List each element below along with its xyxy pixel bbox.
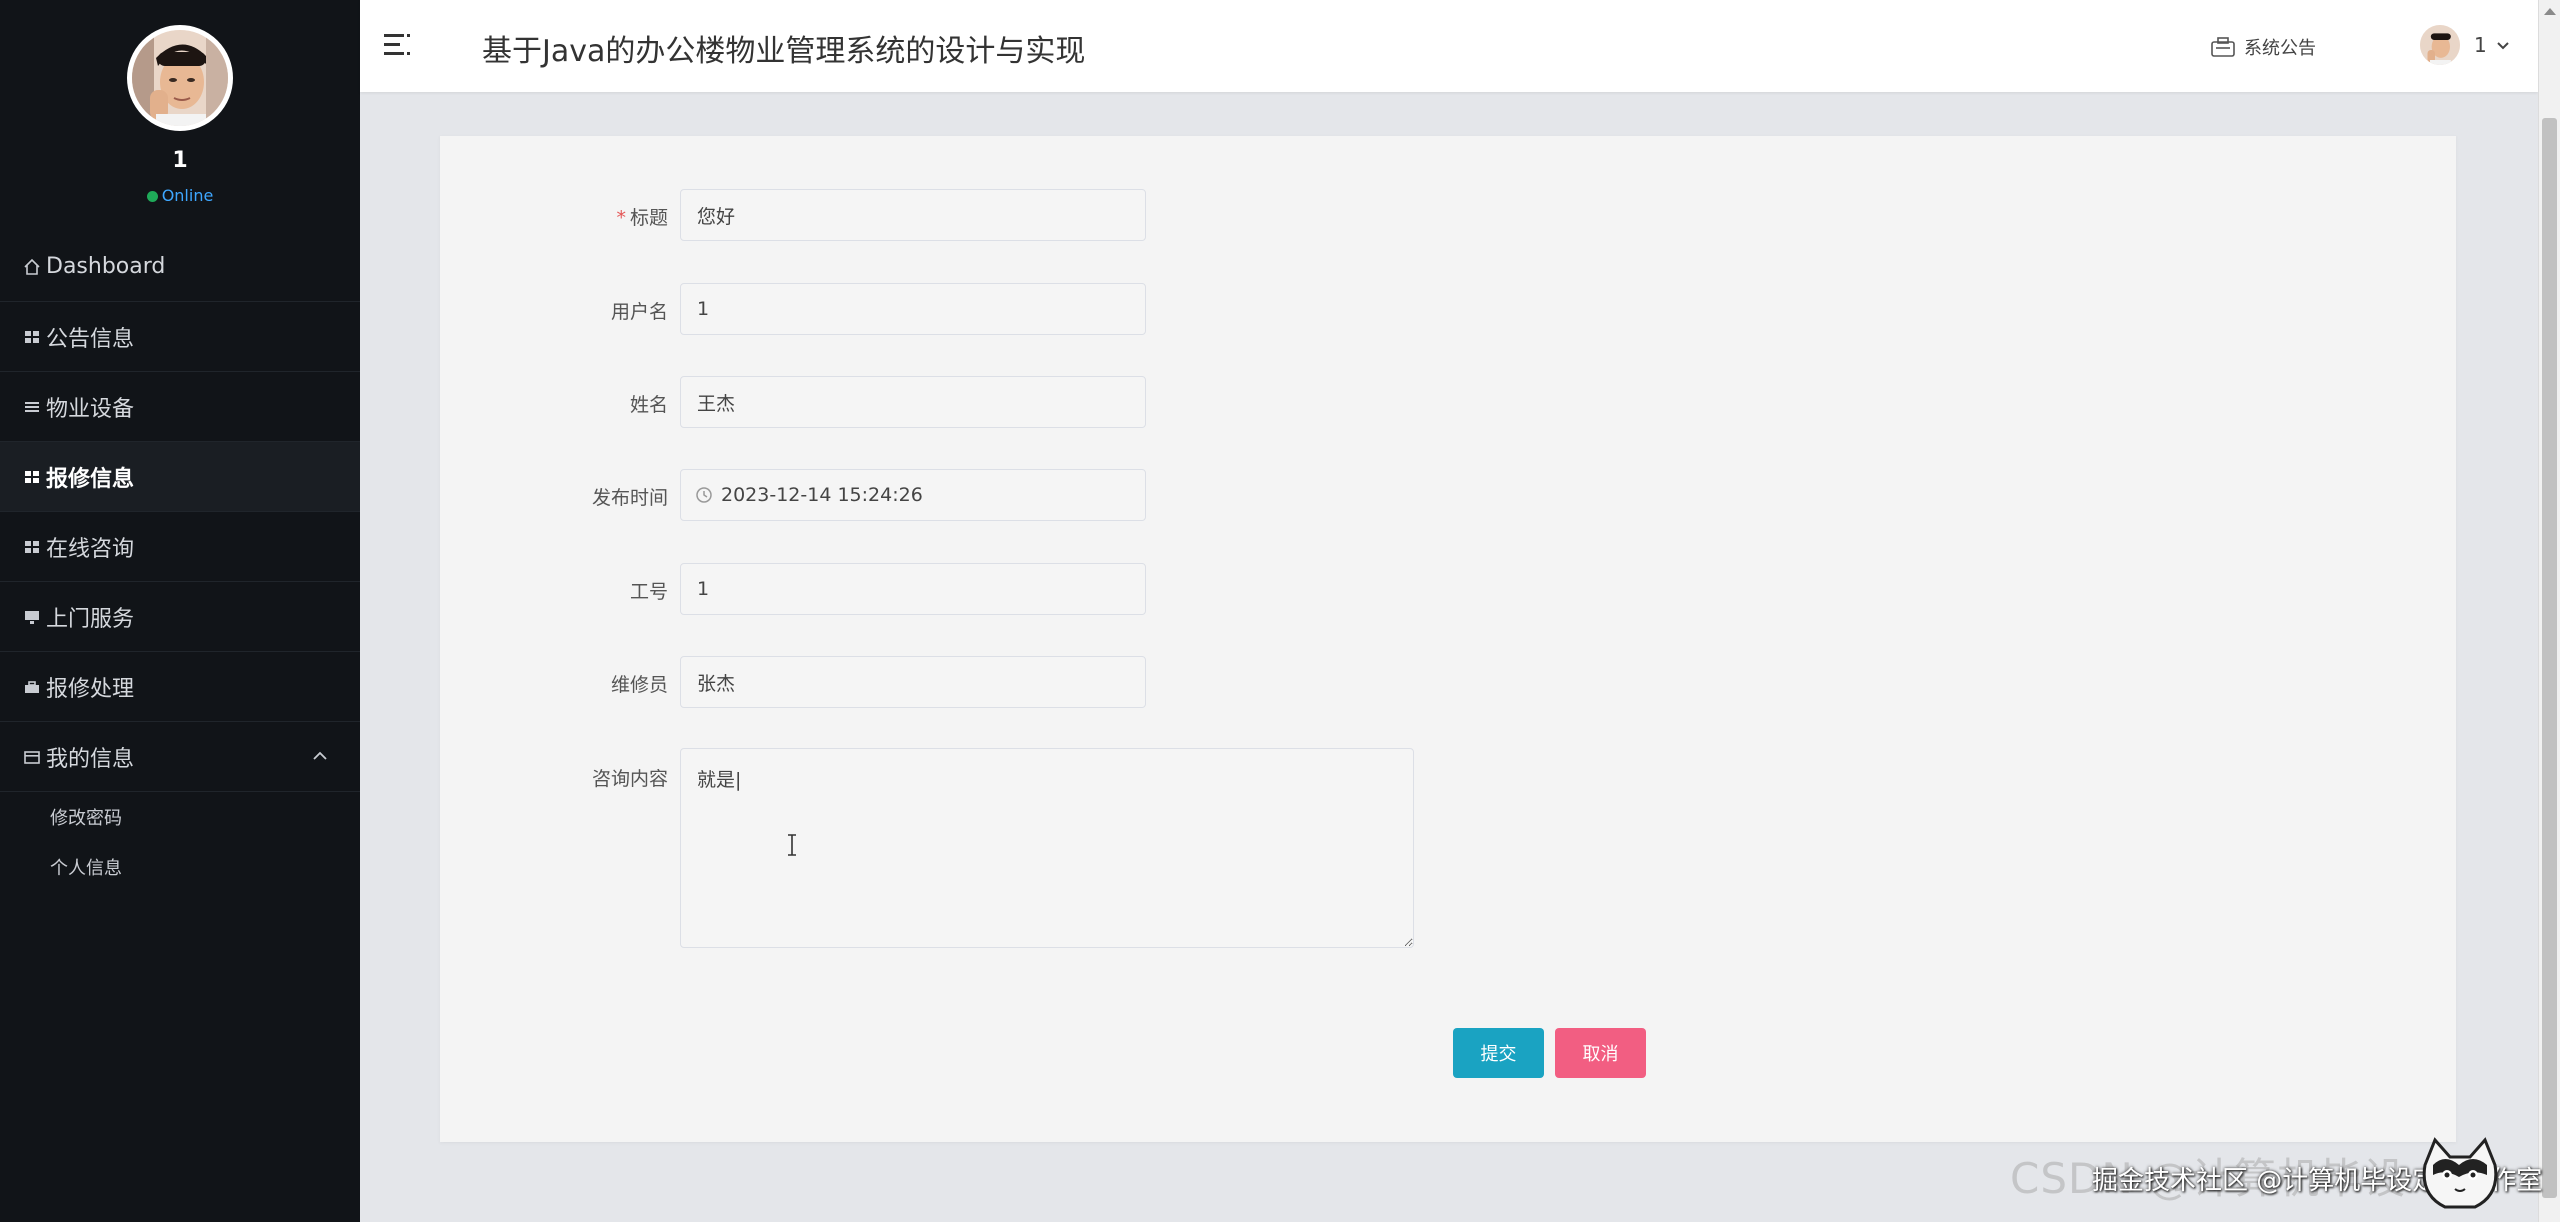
user-name: 1 (2474, 33, 2487, 57)
monitor-icon (25, 610, 39, 624)
sidebar-item-label: 报修处理 (46, 676, 135, 702)
briefcase-icon (25, 680, 39, 693)
chevron-up-icon[interactable] (308, 744, 332, 768)
consult-content-label: 咨询内容 (591, 768, 668, 790)
sidebar: 1 Online Dashboard 公告信息 物业设备 报修信息 在线咨询 上… (0, 0, 360, 1222)
staff-id-label: 工号 (629, 581, 668, 603)
sidebar-item-label: 我的信息 (46, 746, 135, 772)
sidebar-item-label: 公告信息 (46, 326, 135, 352)
repair-form-card: *标题 用户名 姓名 发布时间 工号 维修员 咨询内容 就是| 提交 取消 (440, 136, 2456, 1142)
top-header: 基于Java的办公楼物业管理系统的设计与实现 系统公告 1 (360, 0, 2538, 92)
profile-panel: 1 Online (0, 0, 360, 232)
cancel-button[interactable]: 取消 (1555, 1028, 1646, 1078)
submit-button[interactable]: 提交 (1453, 1028, 1544, 1078)
page-title: 基于Java的办公楼物业管理系统的设计与实现 (482, 34, 1086, 69)
chevron-down-icon (2497, 42, 2509, 50)
profile-name: 1 (172, 148, 188, 173)
form-row-staff-id: 工号 (440, 563, 2456, 615)
username-input[interactable] (680, 283, 1146, 335)
notice-icon (2211, 37, 2235, 57)
name-input[interactable] (680, 376, 1146, 428)
status-text: Online (161, 186, 214, 205)
card-icon (24, 750, 40, 764)
sidebar-item-announcements[interactable]: 公告信息 (0, 302, 360, 372)
sidebar-item-door-service[interactable]: 上门服务 (0, 582, 360, 652)
sidebar-subitem-label: 修改密码 (50, 808, 122, 829)
sidebar-item-label: Dashboard (46, 254, 166, 279)
cat-mascot-icon (2422, 1137, 2498, 1209)
repairman-input[interactable] (680, 656, 1146, 708)
sidebar-item-repair-handling[interactable]: 报修处理 (0, 652, 360, 722)
list-icon (25, 401, 39, 412)
grid-icon (25, 330, 39, 343)
sidebar-item-label: 在线咨询 (46, 536, 135, 562)
grid-icon (25, 540, 39, 553)
form-row-name: 姓名 (440, 376, 2456, 428)
title-label-text: 标题 (629, 207, 668, 229)
notice-label: 系统公告 (2244, 38, 2316, 59)
sidebar-item-label: 物业设备 (46, 396, 135, 422)
page-scrollbar[interactable] (2538, 0, 2560, 1222)
sidebar-item-label: 报修信息 (46, 466, 135, 492)
user-menu[interactable]: 1 (2420, 24, 2511, 66)
avatar-image (132, 30, 228, 126)
sidebar-subitem-label: 个人信息 (50, 858, 122, 879)
menu-toggle-icon[interactable] (382, 30, 414, 60)
text-cursor-icon (788, 834, 796, 856)
profile-status: Online (0, 186, 360, 205)
sidebar-item-my-info[interactable]: 我的信息 (0, 722, 360, 792)
title-input[interactable] (680, 189, 1146, 241)
user-avatar (2420, 25, 2460, 65)
publish-time-label: 发布时间 (591, 487, 668, 509)
sidebar-menu: Dashboard 公告信息 物业设备 报修信息 在线咨询 上门服务 报修处理 … (0, 232, 360, 892)
sidebar-subitem-change-password[interactable]: 修改密码 (0, 792, 360, 842)
system-notice-button[interactable]: 系统公告 (2210, 33, 2316, 61)
form-row-username: 用户名 (440, 283, 2456, 335)
username-label: 用户名 (610, 301, 668, 323)
user-avatar-image (2420, 25, 2460, 65)
form-row-repairman: 维修员 (440, 656, 2456, 708)
name-label: 姓名 (629, 394, 668, 416)
sidebar-item-label: 上门服务 (46, 606, 135, 632)
staff-id-input[interactable] (680, 563, 1146, 615)
grid-icon (25, 470, 39, 483)
publish-time-input[interactable] (680, 469, 1146, 521)
repairman-label: 维修员 (610, 674, 668, 696)
avatar[interactable] (127, 25, 233, 131)
online-status-dot (146, 191, 158, 202)
home-icon (24, 258, 40, 275)
clock-icon (696, 487, 712, 503)
sidebar-item-repairs[interactable]: 报修信息 (0, 442, 360, 512)
sidebar-subitem-profile[interactable]: 个人信息 (0, 842, 360, 892)
scroll-up-arrow[interactable] (2544, 8, 2556, 15)
sidebar-item-consult[interactable]: 在线咨询 (0, 512, 360, 582)
form-row-publish-time: 发布时间 (440, 469, 2456, 521)
sidebar-item-dashboard[interactable]: Dashboard (0, 232, 360, 302)
title-label: * 标题 (440, 203, 668, 230)
sidebar-item-equipment[interactable]: 物业设备 (0, 372, 360, 442)
required-asterisk: * (616, 207, 626, 229)
form-row-title: * 标题 (440, 189, 2456, 241)
scroll-thumb[interactable] (2542, 118, 2557, 1198)
